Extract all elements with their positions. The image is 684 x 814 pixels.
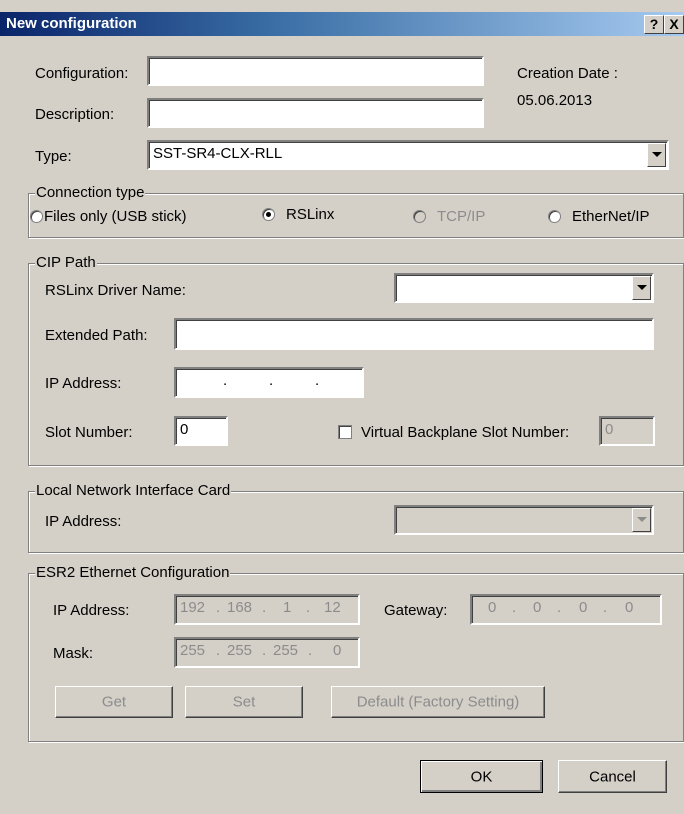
help-icon: ?	[649, 16, 659, 32]
cancel-button-label: Cancel	[589, 768, 636, 785]
default-factory-button-label: Default (Factory Setting)	[356, 693, 520, 711]
gateway-octet: 0	[579, 599, 588, 616]
title-bar: New configuration ? X	[0, 12, 684, 36]
gateway-octet: 0	[533, 599, 542, 616]
mask-octet: 255	[180, 642, 206, 659]
cip-ip-address-label: IP Address:	[45, 375, 122, 392]
virtual-backplane-input: 0	[599, 416, 655, 446]
cip-path-title: CIP Path	[35, 254, 97, 271]
type-dropdown-button[interactable]	[647, 143, 666, 167]
gateway-octet: 0	[488, 599, 497, 616]
virtual-backplane-checkbox[interactable]	[338, 425, 352, 439]
nic-ip-address-select	[394, 505, 654, 535]
chevron-down-icon	[637, 285, 647, 290]
slot-number-input[interactable]: 0	[174, 416, 228, 446]
close-icon: X	[669, 16, 679, 32]
set-button-label: Set	[232, 693, 256, 711]
local-nic-title: Local Network Interface Card	[35, 482, 232, 499]
ip-dot: .	[315, 372, 320, 389]
chevron-down-icon	[637, 517, 647, 522]
gateway-octet: 0	[625, 599, 634, 616]
mask-octet: 255	[273, 642, 299, 659]
esr2-ip-octet: 192	[180, 599, 206, 616]
esr2-ip-octet: 168	[227, 599, 253, 616]
rslinx-driver-select[interactable]	[394, 273, 654, 303]
mask-label: Mask:	[53, 645, 94, 662]
creation-date-label: Creation Date :	[517, 65, 618, 82]
radio-rslinx-label[interactable]: RSLinx	[286, 206, 334, 223]
help-button[interactable]: ?	[644, 15, 664, 34]
mask-input: 255 . 255 . 255 . 0	[174, 637, 360, 668]
set-button: Set	[185, 686, 303, 718]
chevron-down-icon	[652, 152, 662, 157]
virtual-backplane-value: 0	[605, 421, 614, 438]
slot-number-value: 0	[180, 421, 189, 438]
ip-dot: .	[269, 372, 274, 389]
nic-ip-address-label: IP Address:	[45, 513, 122, 530]
type-label: Type:	[35, 148, 72, 165]
default-factory-button: Default (Factory Setting)	[331, 686, 545, 718]
radio-ethernet-ip-label[interactable]: EtherNet/IP	[572, 208, 650, 225]
radio-tcpip-label: TCP/IP	[437, 208, 486, 225]
get-button: Get	[55, 686, 173, 718]
description-label: Description:	[35, 106, 115, 123]
radio-rslinx[interactable]	[262, 208, 275, 221]
type-select[interactable]: SST-SR4-CLX-RLL	[147, 140, 669, 170]
new-configuration-dialog: New configuration ? X Configuration: Cre…	[0, 0, 684, 814]
nic-dropdown-button	[632, 508, 651, 532]
rslinx-driver-dropdown-button[interactable]	[632, 276, 651, 300]
extended-path-input[interactable]	[174, 318, 654, 350]
cip-ip-address-input[interactable]: . . .	[174, 367, 364, 398]
connection-type-title: Connection type	[35, 184, 146, 201]
creation-date-value: 05.06.2013	[517, 92, 593, 109]
close-button[interactable]: X	[664, 15, 684, 34]
mask-octet: 255	[227, 642, 253, 659]
esr2-ip-address-label: IP Address:	[53, 602, 130, 619]
configuration-input[interactable]	[147, 56, 484, 86]
esr2-ip-address-input: 192 . 168 . 1 . 12	[174, 594, 360, 625]
radio-files-only-label[interactable]: Files only (USB stick)	[44, 208, 187, 225]
window-title: New configuration	[6, 15, 137, 32]
ip-dot: .	[223, 372, 228, 389]
gateway-label: Gateway:	[384, 602, 448, 619]
configuration-label: Configuration:	[35, 65, 129, 82]
rslinx-driver-label: RSLinx Driver Name:	[45, 282, 186, 299]
type-value: SST-SR4-CLX-RLL	[153, 145, 283, 162]
get-button-label: Get	[101, 693, 127, 711]
ok-button[interactable]: OK	[420, 760, 543, 793]
radio-tcpip	[413, 210, 426, 223]
gateway-input: 0 . 0 . 0 . 0	[470, 594, 662, 625]
esr2-ip-octet: 1	[283, 599, 292, 616]
ok-button-label: OK	[470, 768, 493, 785]
description-input[interactable]	[147, 98, 484, 128]
virtual-backplane-label[interactable]: Virtual Backplane Slot Number:	[361, 424, 569, 441]
extended-path-label: Extended Path:	[45, 327, 148, 344]
radio-files-only[interactable]	[30, 210, 43, 223]
mask-octet: 0	[333, 642, 342, 659]
slot-number-label: Slot Number:	[45, 424, 133, 441]
radio-ethernet-ip[interactable]	[548, 210, 561, 223]
cancel-button[interactable]: Cancel	[558, 760, 667, 793]
esr2-ip-octet: 12	[324, 599, 341, 616]
esr2-ethernet-title: ESR2 Ethernet Configuration	[35, 564, 231, 581]
